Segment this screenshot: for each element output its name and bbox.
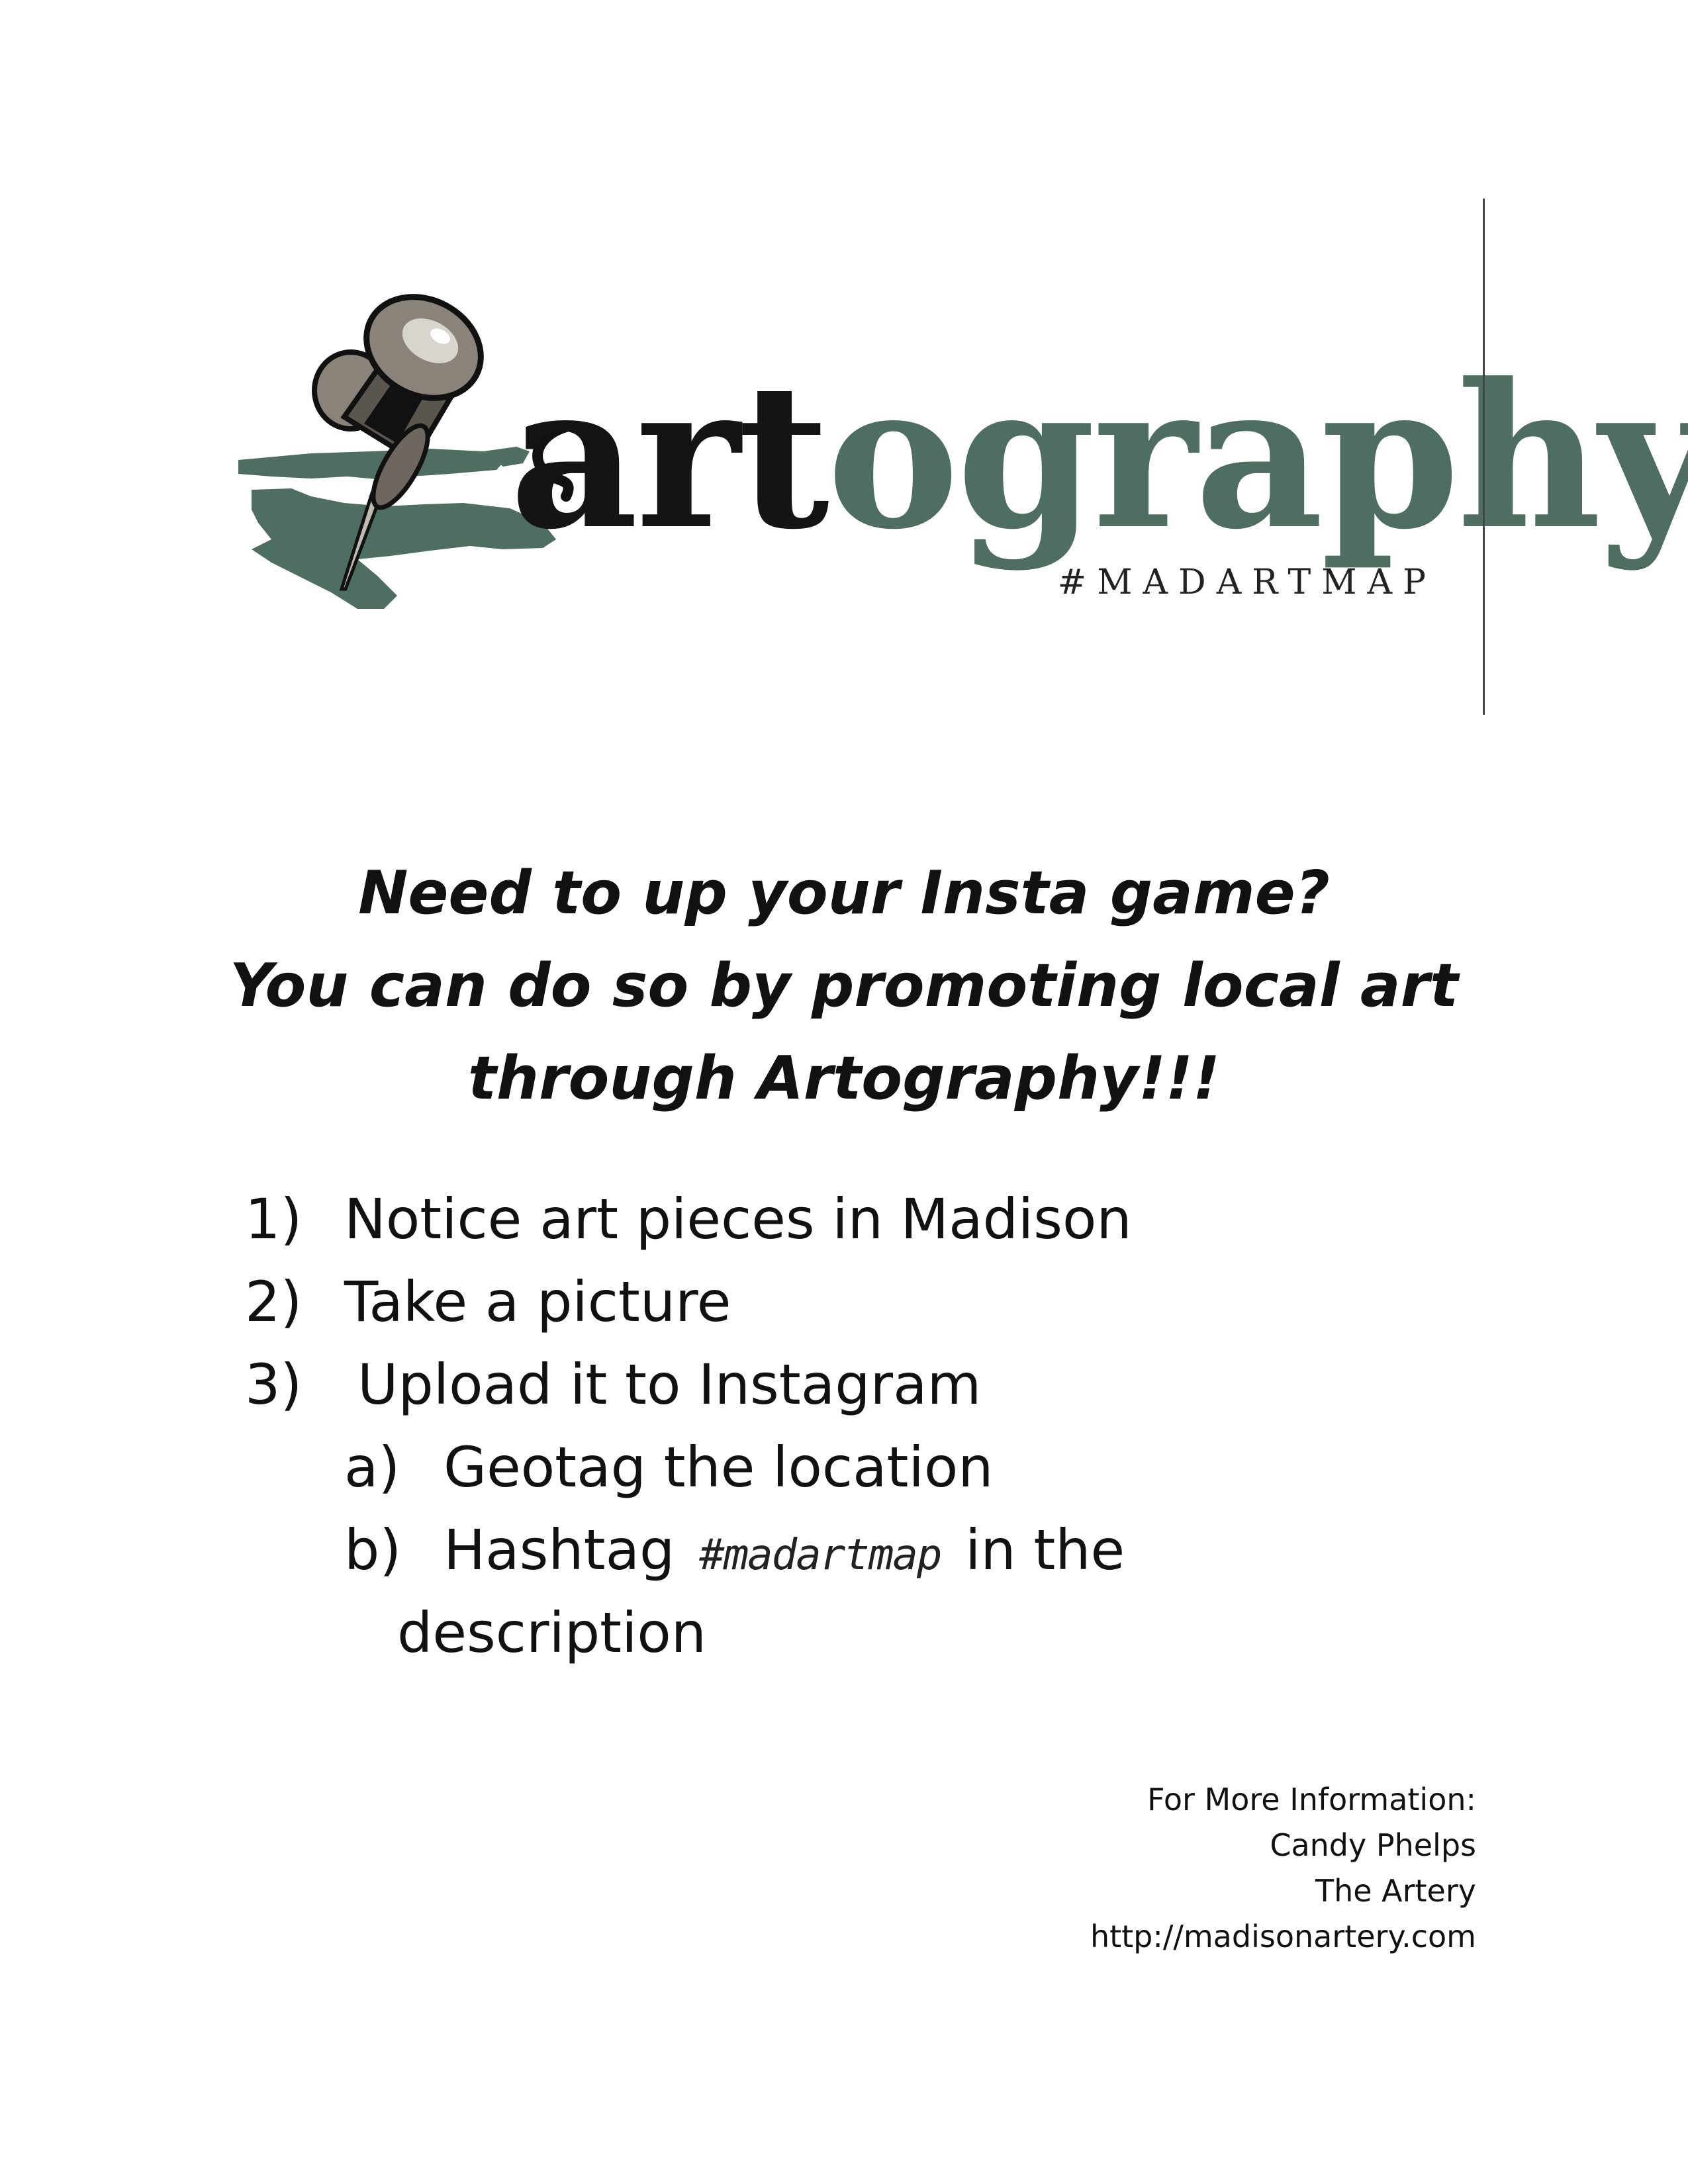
headline-line-2: You can do so by promoting local art xyxy=(229,951,1459,1021)
step-3b-continuation: description xyxy=(397,1605,706,1661)
contact-heading: For More Information: xyxy=(1147,1782,1476,1817)
contact-info: For More Information: Candy Phelps The A… xyxy=(1090,1777,1476,1960)
step-number: 1) xyxy=(245,1187,303,1251)
substep-text: Hashtag #madartmap in the xyxy=(444,1522,1125,1578)
substep-text-after: in the xyxy=(965,1518,1125,1582)
step-text: Take a picture xyxy=(344,1269,731,1334)
substep-continuation-text: description xyxy=(397,1600,707,1665)
step-number: 3) xyxy=(245,1352,303,1417)
logo-word-ography: ography xyxy=(827,340,1688,573)
vertical-divider xyxy=(1483,199,1485,715)
contact-url: http://madisonartery.com xyxy=(1090,1919,1476,1954)
headline: Need to up your Insta game? You can do s… xyxy=(182,847,1506,1125)
headline-line-3: through Artography!!! xyxy=(468,1044,1220,1113)
substep-letter: a) xyxy=(344,1435,400,1500)
step-text: Upload it to Instagram xyxy=(357,1352,982,1417)
contact-name: Candy Phelps xyxy=(1270,1827,1476,1863)
hashtag-madartmap: #madartmap xyxy=(699,1531,942,1580)
step-text: Notice art pieces in Madison xyxy=(344,1187,1132,1251)
logo-tagline: #MADARTMAP xyxy=(1057,563,1436,602)
headline-line-1: Need to up your Insta game? xyxy=(358,858,1330,928)
contact-organization: The Artery xyxy=(1315,1873,1476,1909)
step-number: 2) xyxy=(245,1269,303,1334)
substep-letter: b) xyxy=(344,1518,402,1582)
substep-text: Geotag the location xyxy=(444,1435,994,1500)
substep-text-before: Hashtag xyxy=(444,1518,675,1582)
artography-logo: artography #MADARTMAP xyxy=(232,278,1688,649)
logo-wordmark: artography xyxy=(510,357,1688,556)
logo-word-art: art xyxy=(510,340,829,573)
